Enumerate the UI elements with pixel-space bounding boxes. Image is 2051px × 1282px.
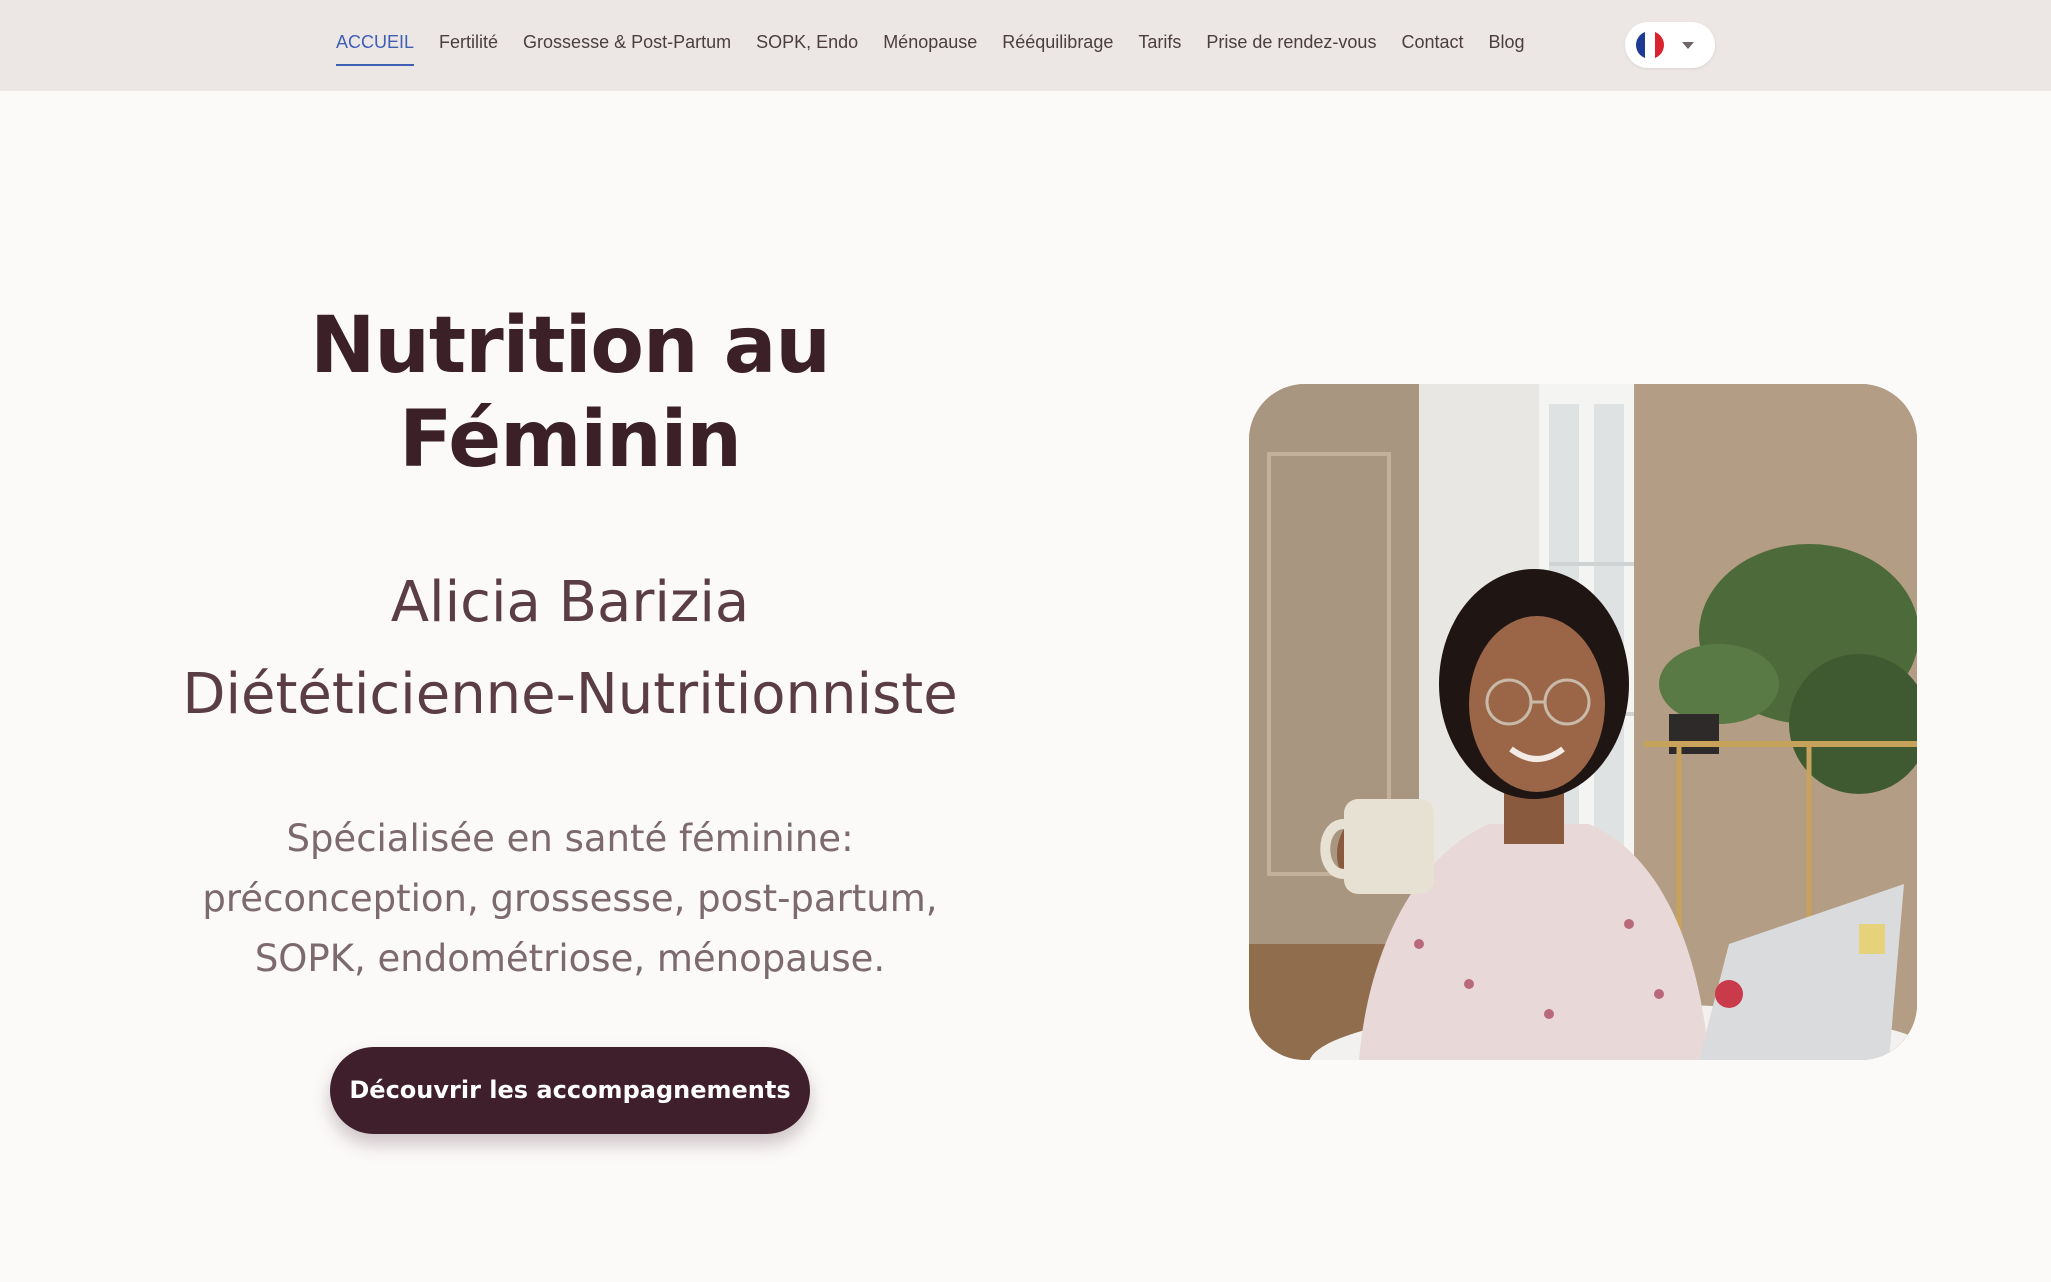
site-header: ACCUEIL Fertilité Grossesse & Post-Partu… xyxy=(0,0,2051,91)
nav-item-contact[interactable]: Contact xyxy=(1401,26,1463,66)
nav-item-blog[interactable]: Blog xyxy=(1489,26,1525,66)
discover-services-button[interactable]: Découvrir les accompagnements xyxy=(330,1047,810,1135)
page-title: Nutrition au Féminin xyxy=(310,301,831,485)
nav-item-rendez-vous[interactable]: Prise de rendez-vous xyxy=(1206,26,1376,66)
language-selector[interactable] xyxy=(1625,22,1715,68)
hero-text: Nutrition au Féminin Alicia Barizia Diét… xyxy=(130,300,1010,1135)
nav-item-reequilibrage[interactable]: Rééquilibrage xyxy=(1002,26,1113,66)
practitioner-role: Diététicienne-Nutritionniste xyxy=(182,662,958,728)
nav-item-fertilite[interactable]: Fertilité xyxy=(439,26,498,66)
practitioner-name: Alicia Barizia xyxy=(390,570,750,636)
nav-item-accueil[interactable]: ACCUEIL xyxy=(336,26,415,66)
portrait-photo xyxy=(1249,384,1917,1060)
nav-item-tarifs[interactable]: Tarifs xyxy=(1138,26,1181,66)
nav-list: ACCUEIL Fertilité Grossesse & Post-Partu… xyxy=(336,0,1525,91)
nav-item-menopause[interactable]: Ménopause xyxy=(883,26,977,66)
france-flag-icon xyxy=(1636,31,1664,59)
nav-item-sopk-endo[interactable]: SOPK, Endo xyxy=(756,26,858,66)
hero-description: Spécialisée en santé féminine: préconcep… xyxy=(202,817,938,981)
chevron-down-icon xyxy=(1682,41,1694,49)
nav-item-grossesse[interactable]: Grossesse & Post-Partum xyxy=(523,26,731,66)
